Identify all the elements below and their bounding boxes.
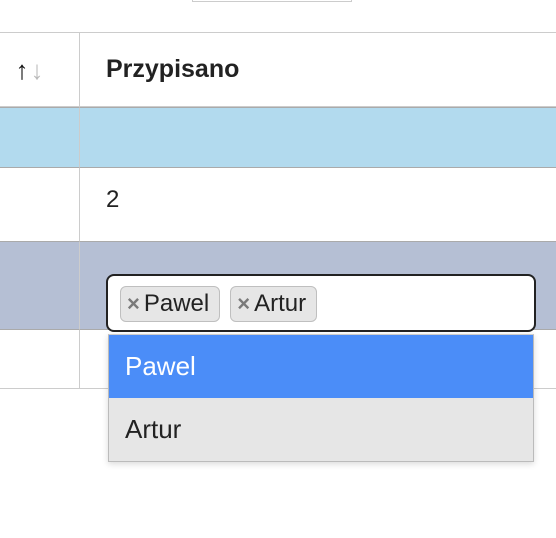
column-header-label: Przypisano [106, 55, 239, 83]
sort-column-header[interactable]: ↑↓ [0, 32, 80, 107]
table-cell [0, 107, 80, 167]
remove-tag-icon[interactable]: × [237, 292, 252, 316]
cell-text: 2 [106, 186, 119, 213]
dropdown-option[interactable]: Artur [109, 398, 533, 461]
dropdown-option-label: Pawel [125, 351, 196, 381]
table-cell [0, 167, 80, 241]
tag-label: Artur [254, 291, 306, 317]
table-cell [0, 329, 80, 389]
partial-element [192, 0, 352, 2]
table-cell [0, 241, 80, 329]
table-cell [80, 107, 556, 167]
dropdown-option[interactable]: Pawel [109, 335, 533, 398]
dropdown-option-label: Artur [125, 414, 181, 444]
selected-tag[interactable]: × Pawel [120, 286, 220, 322]
sort-icon: ↑↓ [16, 57, 44, 83]
tag-label: Pawel [144, 291, 209, 317]
multiselect-dropdown: Pawel Artur [108, 334, 534, 462]
table-row[interactable] [0, 107, 556, 167]
table-header-row: ↑↓ Przypisano [0, 32, 556, 107]
selected-tag[interactable]: × Artur [230, 286, 317, 322]
table-row[interactable]: 2 [0, 167, 556, 241]
column-header-assigned[interactable]: Przypisano [80, 32, 556, 107]
table-cell-value: 2 [80, 167, 556, 241]
tag-multiselect-input[interactable]: × Pawel × Artur [106, 274, 536, 332]
remove-tag-icon[interactable]: × [127, 292, 142, 316]
